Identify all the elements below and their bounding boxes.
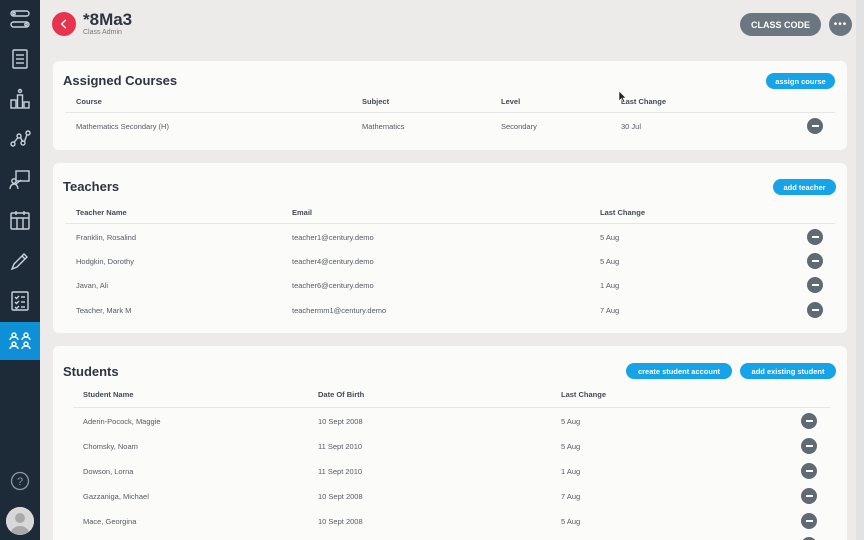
nav-pencil-icon[interactable] [0,242,40,280]
course-level: Secondary [501,122,537,131]
chevron-left-icon [60,19,67,29]
students-title: Students [63,364,119,379]
teachers-panel: Teachers add teacher Teacher Name Email … [53,163,847,333]
nav-courses-icon[interactable] [0,40,40,78]
table-row: Hodgkin, Dorothy teacher4@century.demo 5… [53,249,847,273]
remove-student-button[interactable] [801,488,817,504]
student-dob: 10 Sept 2008 [318,417,363,426]
remove-student-button[interactable] [801,513,817,529]
remove-student-button[interactable] [801,438,817,454]
table-row: Mace, Georgina 10 Sept 2008 5 Aug [53,508,847,533]
remove-teacher-button[interactable] [807,302,823,318]
nav-pathways-icon[interactable] [0,0,40,38]
column-header-last-change: Last Change [561,390,607,399]
back-button[interactable] [52,12,76,36]
sidebar: ? [0,0,40,540]
table-row [53,533,847,540]
student-name: Dowson, Lorna [83,467,134,476]
user-avatar[interactable] [6,507,34,535]
assigned-courses-title: Assigned Courses [63,73,178,88]
table-row: Mathematics Secondary (H) Mathematics Se… [53,114,847,138]
column-header-email: Email [292,208,313,217]
page-header: *8Ma3 Class Admin CLASS CODE ••• [40,0,864,50]
remove-teacher-button[interactable] [807,229,823,245]
nav-classes-icon[interactable] [0,322,40,360]
mouse-cursor-icon [619,91,627,103]
add-teacher-button[interactable]: add teacher [773,179,836,195]
student-name: Gazzaniga, Michael [83,492,149,501]
remove-course-button[interactable] [807,118,823,134]
teacher-last-change: 5 Aug [600,257,620,266]
remove-teacher-button[interactable] [807,277,823,293]
teacher-email: teachermm1@century.demo [292,306,387,315]
assigned-courses-panel: Assigned Courses assign course Course Su… [53,61,847,150]
course-last-change: 30 Jul [621,122,642,131]
remove-student-button[interactable] [801,413,817,429]
nav-checklist-icon[interactable] [0,282,40,320]
table-row: Franklin, Rosalind teacher1@century.demo… [53,225,847,249]
scrollbar[interactable] [856,0,864,540]
teacher-last-change: 7 Aug [600,306,620,315]
student-dob: 10 Sept 2008 [318,492,363,501]
column-header-last-change: Last Change [621,97,667,106]
student-dob: 10 Sept 2008 [318,517,363,526]
student-dob: 11 Sept 2010 [318,467,363,476]
teacher-last-change: 1 Aug [600,281,620,290]
student-last-change: 5 Aug [561,417,581,426]
nav-presentation-icon[interactable] [0,161,40,199]
column-header-teacher-name: Teacher Name [76,208,127,217]
column-header-subject: Subject [362,97,390,106]
teacher-name: Javan, Ali [76,281,109,290]
student-last-change: 1 Aug [561,467,581,476]
student-last-change: 7 Aug [561,492,581,501]
student-last-change: 5 Aug [561,517,581,526]
table-row: Gazzaniga, Michael 10 Sept 2008 7 Aug [53,483,847,508]
teacher-name: Hodgkin, Dorothy [76,257,134,266]
course-name: Mathematics Secondary (H) [76,122,169,131]
more-options-button[interactable]: ••• [829,13,852,36]
nav-calendar-icon[interactable] [0,201,40,239]
teacher-email: teacher6@century.demo [292,281,374,290]
column-header-last-change: Last Change [600,208,646,217]
student-name: Chomsky, Noam [83,442,138,451]
class-code-button[interactable]: CLASS CODE [740,13,821,36]
column-header-student-name: Student Name [83,390,134,399]
table-row: Dowson, Lorna 11 Sept 2010 1 Aug [53,458,847,483]
remove-teacher-button[interactable] [807,253,823,269]
column-header-level: Level [501,97,521,106]
create-student-account-button[interactable]: create student account [626,363,732,379]
teacher-name: Franklin, Rosalind [76,233,137,242]
teacher-name: Teacher, Mark M [76,306,132,315]
table-row: Aderin-Pocock, Maggie 10 Sept 2008 5 Aug [53,408,847,433]
student-dob: 11 Sept 2010 [318,442,363,451]
remove-student-button[interactable] [801,463,817,479]
teacher-email: teacher1@century.demo [292,233,374,242]
nav-network-icon[interactable] [0,120,40,158]
class-name: *8Ma3 [83,10,133,29]
assign-course-button[interactable]: assign course [766,73,835,89]
course-subject: Mathematics [362,122,405,131]
table-row: Chomsky, Noam 11 Sept 2010 5 Aug [53,433,847,458]
column-header-date-of-birth: Date Of Birth [318,390,365,399]
svg-text:?: ? [17,476,23,488]
teachers-title: Teachers [63,179,120,194]
help-icon[interactable]: ? [10,471,30,491]
divider [65,112,835,113]
divider [65,223,835,224]
teacher-email: teacher4@century.demo [292,257,374,266]
student-last-change: 5 Aug [561,442,581,451]
column-header-course: Course [76,97,102,106]
nav-leaderboard-icon[interactable] [0,80,40,118]
class-role: Class Admin [83,29,122,36]
add-existing-student-button[interactable]: add existing student [740,363,836,379]
table-row: Javan, Ali teacher6@century.demo 1 Aug [53,273,847,297]
table-row: Teacher, Mark M teachermm1@century.demo … [53,298,847,322]
student-name: Aderin-Pocock, Maggie [83,417,161,426]
teacher-last-change: 5 Aug [600,233,620,242]
students-panel: Students create student account add exis… [53,346,847,540]
student-name: Mace, Georgina [83,517,137,526]
